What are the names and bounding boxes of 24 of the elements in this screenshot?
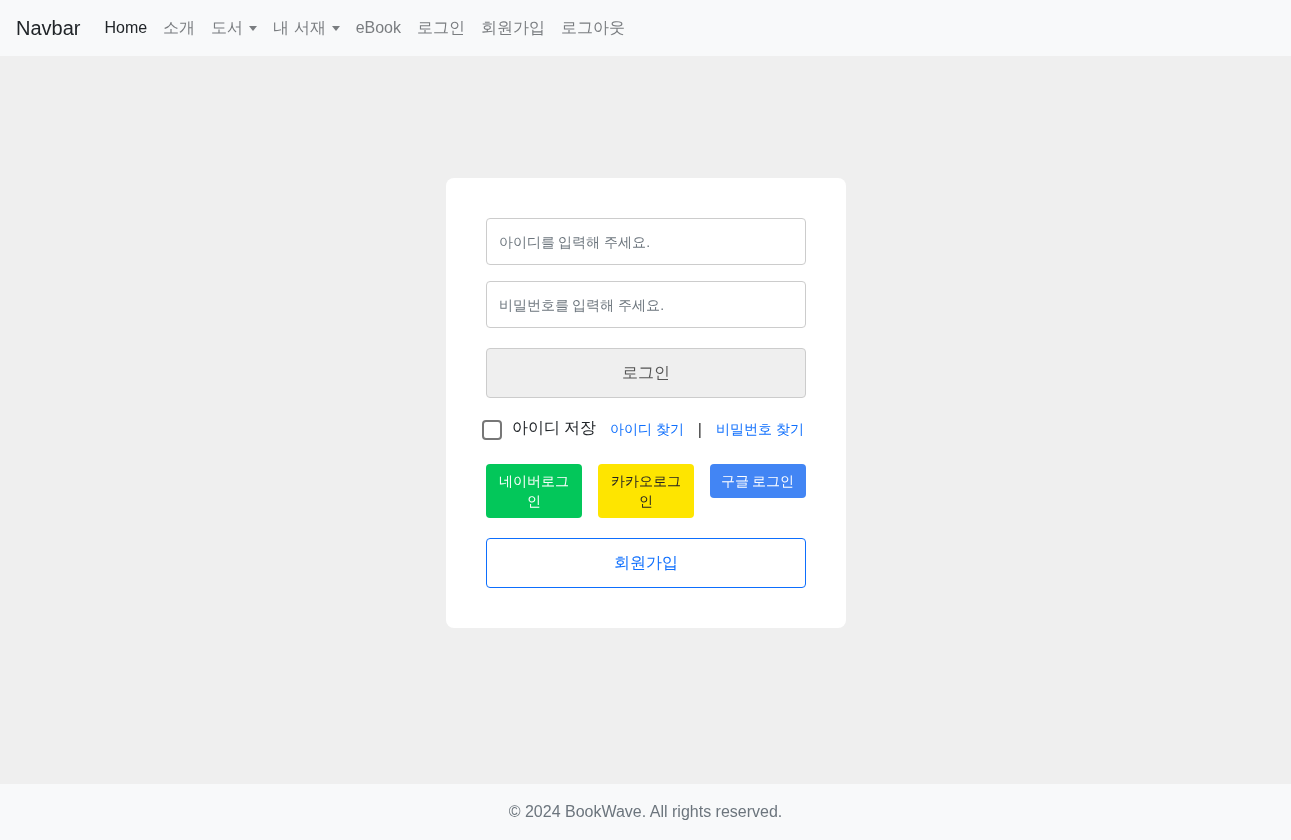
nav-link[interactable]: 로그아웃 — [553, 9, 633, 47]
nav-link[interactable]: eBook — [347, 11, 409, 45]
copyright-text: © 2024 BookWave. All rights reserved. — [508, 803, 783, 821]
navbar-brand[interactable]: Navbar — [16, 16, 81, 40]
input-field[interactable]: 비밀번호를 입력해 주세요. — [485, 281, 806, 328]
checkbox-label: 아이디 저장 — [511, 417, 596, 438]
find-password-link[interactable]: 비밀번호 찾기 — [716, 421, 804, 439]
nav-link[interactable]: 소개 — [155, 9, 204, 47]
signup-button[interactable]: 회원가입 — [485, 538, 806, 588]
input-field[interactable]: 아이디를 입력해 주세요. — [485, 218, 806, 265]
nav-link[interactable]: 로그인 — [409, 9, 473, 47]
social-login-button[interactable]: 카카오로그인 — [597, 464, 694, 518]
nav-link[interactable]: 회원가입 — [473, 9, 553, 47]
nav-link[interactable]: Home — [96, 11, 156, 45]
checkbox[interactable] — [481, 420, 502, 440]
find-id-link[interactable]: 아이디 찾기 — [609, 421, 684, 439]
social-login-button[interactable]: 구글 로그인 — [709, 464, 806, 498]
login-button[interactable]: 로그인 — [485, 348, 806, 398]
nav-link[interactable]: 내 서재 — [265, 9, 348, 47]
caret-icon — [249, 25, 258, 31]
nav-link[interactable]: 도서 — [203, 9, 266, 47]
social-login-button[interactable]: 네이버로그인 — [485, 464, 582, 518]
caret-icon — [331, 25, 340, 31]
separator: | — [697, 421, 702, 439]
